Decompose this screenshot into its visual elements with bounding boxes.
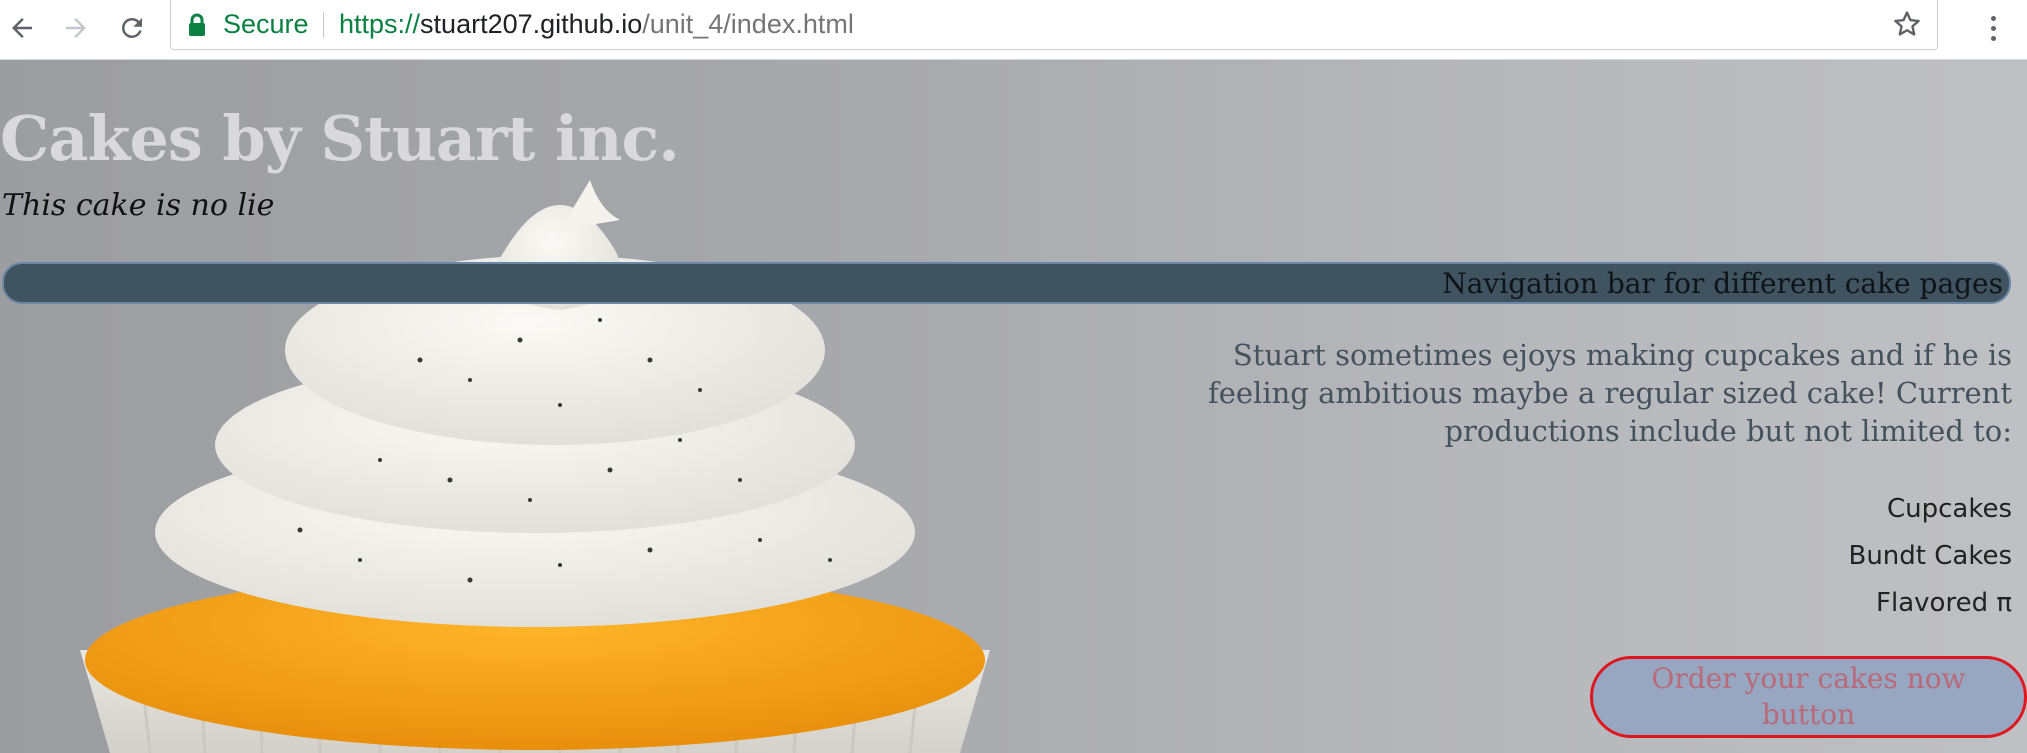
forward-button[interactable] <box>54 6 98 50</box>
security-label: Secure <box>223 9 309 39</box>
forward-icon <box>66 18 86 38</box>
omnibox-divider <box>323 12 324 38</box>
url-scheme: https:// <box>339 9 421 39</box>
reload-button[interactable] <box>110 6 154 50</box>
reload-icon <box>121 17 142 38</box>
star-icon[interactable] <box>1891 8 1923 40</box>
url-text[interactable]: https://stuart207.github.io/unit_4/index… <box>339 9 854 40</box>
intro-paragraph: Stuart sometimes ejoys making cupcakes a… <box>1208 338 2012 448</box>
list-item: Bundt Cakes <box>1848 541 2012 571</box>
list-item: Flavored π <box>1876 588 2012 618</box>
browser-toolbar: Secure https://stuart207.github.io/unit_… <box>0 0 2027 60</box>
site-title: Cakes by Stuart inc. <box>0 102 680 175</box>
order-cakes-button[interactable]: Order your cakes now button <box>1590 656 2027 738</box>
navigation-bar[interactable]: Navigation bar for different cake pages <box>2 262 2011 304</box>
tagline: This cake is no lie <box>2 188 275 223</box>
url-host: stuart207.github.io <box>420 9 643 39</box>
navigation-bar-label: Navigation bar for different cake pages <box>1442 266 2003 300</box>
cake-list: Cupcakes Bundt Cakes Flavored π <box>1848 486 2012 627</box>
back-icon <box>12 18 32 38</box>
menu-icon[interactable] <box>1978 6 2008 50</box>
back-button[interactable] <box>0 6 44 50</box>
lock-icon <box>189 13 205 36</box>
page-content: Cakes by Stuart inc. This cake is no lie… <box>0 60 2027 753</box>
address-bar[interactable]: Secure https://stuart207.github.io/unit_… <box>170 0 1938 50</box>
list-item: Cupcakes <box>1886 494 2012 524</box>
url-path: /unit_4/index.html <box>642 9 854 39</box>
